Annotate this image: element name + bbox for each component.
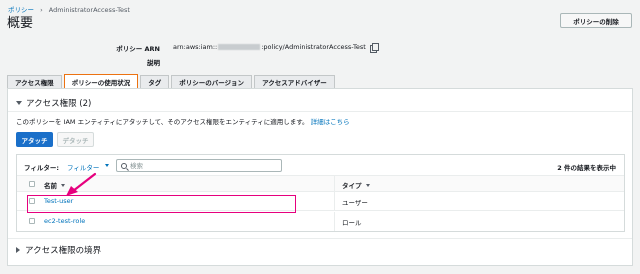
arn-prefix: arn:aws:iam:: bbox=[173, 43, 218, 51]
tab-policy-versions[interactable]: ポリシーのバージョン bbox=[171, 75, 253, 88]
copy-icon[interactable] bbox=[369, 43, 379, 53]
policy-arn-row: ポリシー ARN arn:aws:iam:: :policy/Administr… bbox=[0, 43, 640, 53]
column-type-label: タイプ bbox=[342, 182, 362, 190]
delete-policy-button[interactable]: ポリシーの削除 bbox=[560, 13, 632, 28]
chevron-down-icon bbox=[105, 164, 109, 167]
search-icon bbox=[121, 163, 127, 169]
attach-button[interactable]: アタッチ bbox=[16, 132, 53, 147]
permissions-heading: アクセス権限 (2) bbox=[26, 99, 92, 109]
policy-usage-panel: アクセス権限 (2) このポリシーを IAM エンティティにアタッチして、そのア… bbox=[7, 88, 633, 266]
table-header: 名前 タイプ bbox=[17, 176, 624, 192]
column-header-name[interactable]: 名前 bbox=[44, 180, 65, 190]
entity-type: ロール bbox=[342, 219, 362, 227]
description-label: 説明 bbox=[147, 59, 160, 67]
result-count: 2 件の結果を表示中 bbox=[557, 164, 616, 172]
entities-table: フィルター: フィルター 2 件の結果を表示中 名前 タイプ Test-us bbox=[16, 154, 625, 232]
page-title: 概要 bbox=[7, 16, 34, 31]
table-row[interactable]: ec2-test-role ロール bbox=[17, 212, 624, 231]
tab-access-advisor[interactable]: アクセスアドバイザー bbox=[254, 75, 335, 88]
info-text: このポリシーを IAM エンティティにアタッチして、そのアクセス権限をエンティテ… bbox=[16, 118, 309, 126]
filter-label: フィルター: bbox=[24, 164, 59, 172]
column-separator bbox=[334, 192, 335, 211]
learn-more-link[interactable]: 詳細はこちら bbox=[311, 118, 350, 126]
filter-dropdown[interactable]: フィルター bbox=[67, 162, 99, 172]
highlight-box bbox=[27, 195, 296, 213]
filter-bar: フィルター: フィルター 2 件の結果を表示中 bbox=[17, 155, 624, 176]
search-box bbox=[116, 159, 282, 172]
permissions-section-toggle[interactable]: アクセス権限 (2) bbox=[16, 97, 91, 109]
boundary-heading: アクセス権限の境界 bbox=[25, 246, 102, 256]
arn-suffix: :policy/AdministratorAccess-Test bbox=[261, 43, 366, 51]
search-input[interactable] bbox=[130, 161, 278, 171]
column-separator bbox=[334, 176, 335, 192]
entity-type: ユーザー bbox=[342, 199, 368, 207]
tab-bar: アクセス権限 ポリシーの使用状況 タグ ポリシーのバージョン アクセスアドバイザ… bbox=[7, 74, 337, 88]
column-separator bbox=[334, 212, 335, 231]
tab-permissions[interactable]: アクセス権限 bbox=[7, 75, 62, 88]
attach-info-text: このポリシーを IAM エンティティにアタッチして、そのアクセス権限をエンティテ… bbox=[16, 116, 350, 126]
column-name-label: 名前 bbox=[44, 182, 57, 190]
tab-tags[interactable]: タグ bbox=[140, 75, 170, 88]
policy-arn-label: ポリシー ARN bbox=[116, 45, 160, 53]
sort-caret-icon bbox=[365, 183, 370, 187]
breadcrumb-separator: › bbox=[40, 6, 43, 14]
row-checkbox[interactable] bbox=[29, 218, 35, 224]
divider bbox=[8, 238, 632, 239]
policy-arn-value: arn:aws:iam:: :policy/AdministratorAcces… bbox=[173, 43, 379, 53]
column-header-type[interactable]: タイプ bbox=[342, 180, 370, 190]
detach-button[interactable]: デタッチ bbox=[57, 132, 94, 147]
tab-policy-usage[interactable]: ポリシーの使用状況 bbox=[63, 74, 139, 88]
sort-caret-icon bbox=[61, 183, 65, 187]
select-all-checkbox[interactable] bbox=[29, 181, 35, 187]
redacted-account-id bbox=[218, 44, 261, 50]
boundary-section-toggle[interactable]: アクセス権限の境界 bbox=[16, 244, 101, 256]
entity-name-link[interactable]: ec2-test-role bbox=[44, 217, 85, 225]
breadcrumb-current: AdministratorAccess-Test bbox=[48, 6, 130, 14]
caret-down-icon bbox=[16, 101, 22, 105]
divider bbox=[8, 111, 632, 112]
caret-right-icon bbox=[16, 247, 20, 253]
